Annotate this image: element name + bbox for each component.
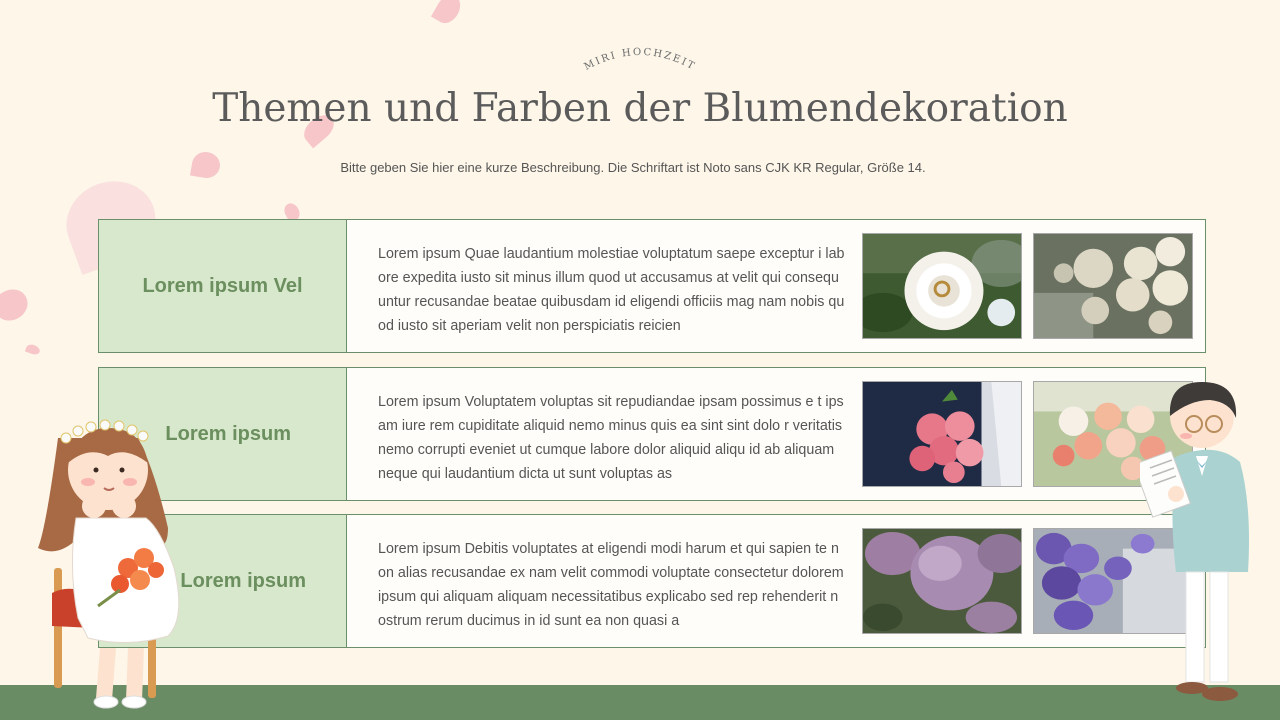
row-description: Lorem ipsum Quae laudantium molestiae vo…: [378, 246, 845, 334]
lilac-flowers-photo: [862, 528, 1022, 634]
petal-decoration: [24, 342, 42, 357]
flower-theme-row: Lorem ipsum Lorem ipsum Voluptatem volup…: [98, 367, 1206, 501]
pink-rose-bouquet-photo: [862, 381, 1022, 487]
white-rose-bouquet-photo: [1033, 233, 1193, 339]
flower-theme-row: Lorem ipsum Vel Lorem ipsum Quae laudant…: [98, 219, 1206, 353]
row-description: Lorem ipsum Debitis voluptates at eligen…: [378, 541, 844, 629]
svg-text:MIRI HOCHZEIT: MIRI HOCHZEIT: [583, 47, 698, 73]
row-description: Lorem ipsum Voluptatem voluptas sit repu…: [378, 394, 844, 482]
row-label: Lorem ipsum Vel: [99, 220, 347, 352]
petal-decoration: [430, 0, 466, 28]
bride-illustration: [38, 419, 180, 709]
flower-theme-row: Lorem ipsum Lorem ipsum Debitis voluptat…: [98, 514, 1206, 648]
petal-decoration: [0, 283, 34, 327]
page-title: Themen und Farben der Blumendekoration: [212, 86, 1068, 131]
brand-logo: MIRI HOCHZEIT: [583, 47, 698, 73]
page-subtitle: Bitte geben Sie hier eine kurze Beschrei…: [340, 160, 926, 175]
white-rose-ring-photo: [862, 233, 1022, 339]
groom-illustration: [1140, 382, 1249, 701]
brand-text: MIRI HOCHZEIT: [583, 47, 696, 73]
